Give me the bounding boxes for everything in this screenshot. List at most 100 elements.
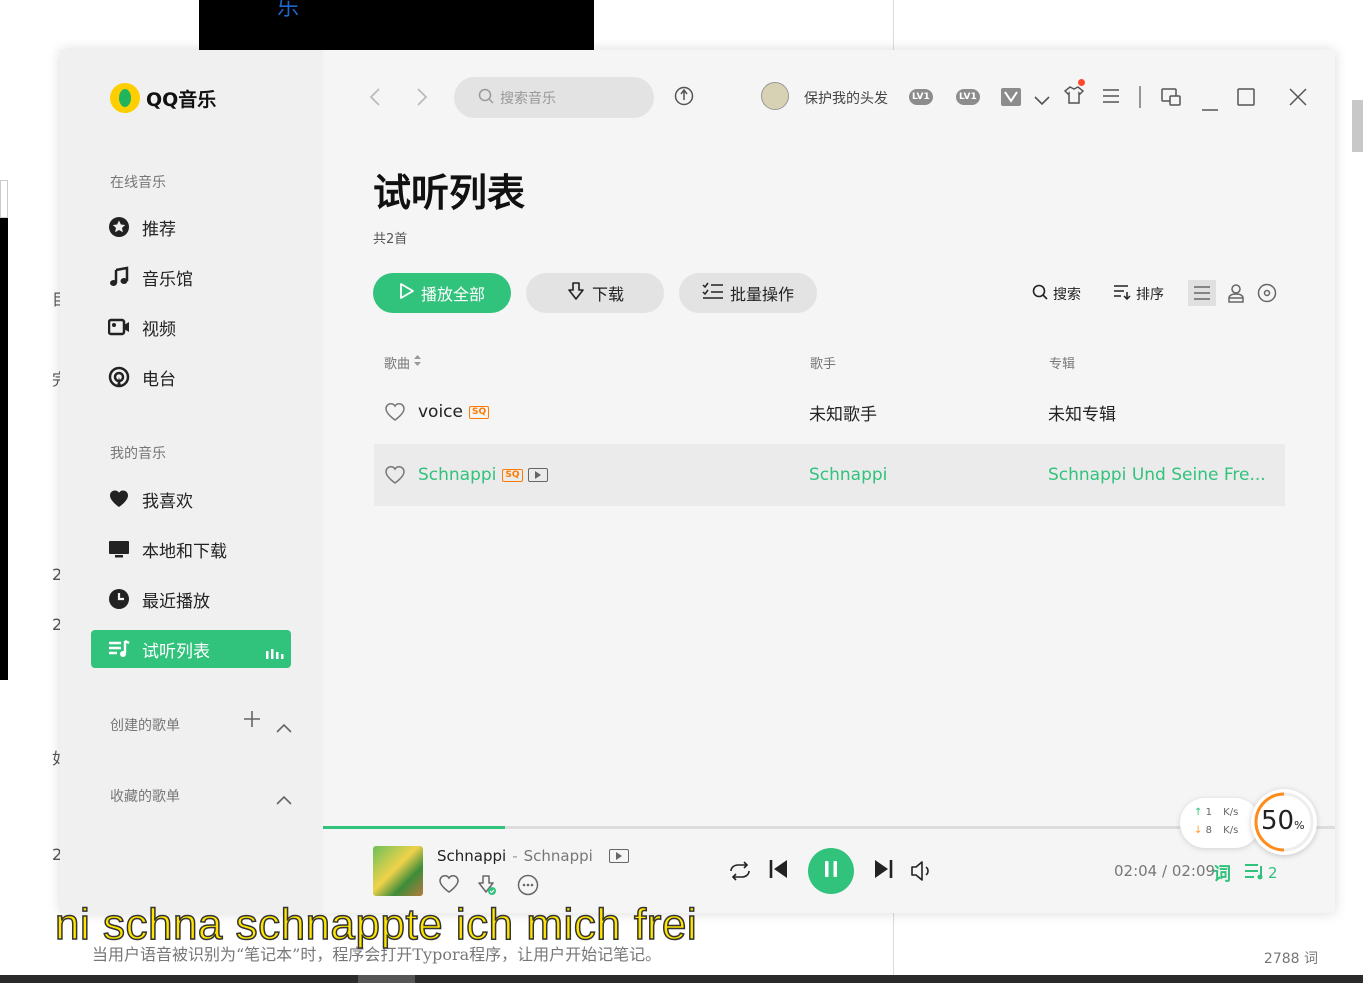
- column-header-artist: 歌手: [810, 357, 837, 372]
- mv-icon[interactable]: [608, 849, 629, 863]
- batch-operation-button[interactable]: 批量操作: [679, 273, 817, 313]
- play-all-button[interactable]: 播放全部: [373, 273, 511, 313]
- song-title-cell[interactable]: Schnappi SQ: [418, 444, 548, 506]
- word-count: 2788 词: [1263, 951, 1318, 967]
- app-logo[interactable]: QQ音乐: [110, 83, 216, 113]
- sidebar-item-trial-list[interactable]: 试听列表: [91, 630, 291, 668]
- batch-operation-label: 批量操作: [729, 285, 794, 304]
- page-title: 试听列表: [373, 171, 526, 215]
- menu-icon[interactable]: [1102, 88, 1120, 108]
- network-speed-widget[interactable]: ↑ 1 K/s ↓ 8 K/s: [1180, 798, 1260, 848]
- sidebar-item-label: 电台: [142, 369, 176, 390]
- vip-icon[interactable]: [1001, 88, 1021, 110]
- song-album[interactable]: 未知专辑: [1048, 381, 1116, 443]
- song-title-cell[interactable]: voice SQ: [418, 381, 490, 443]
- like-heart-icon[interactable]: [384, 381, 406, 443]
- lyrics-button[interactable]: 词: [1213, 860, 1231, 886]
- table-row[interactable]: voice SQ 未知歌手 未知专辑: [374, 381, 1285, 443]
- lyrics-subtitle-overlay: ni schna schnappte ich mich frei: [54, 899, 698, 950]
- like-heart-icon[interactable]: [438, 874, 460, 898]
- now-playing-artist[interactable]: Schnappi: [524, 847, 593, 865]
- song-artist[interactable]: 未知歌手: [809, 381, 877, 443]
- queue-icon: [1244, 862, 1266, 884]
- download-button[interactable]: 下载: [526, 273, 664, 313]
- skin-shirt-icon[interactable]: [1063, 85, 1085, 109]
- search-input[interactable]: 搜索音乐: [454, 77, 654, 118]
- play-queue-button[interactable]: 2: [1244, 862, 1278, 884]
- mv-icon[interactable]: [527, 468, 548, 482]
- clock-icon: [108, 588, 130, 610]
- chevron-down-icon[interactable]: [1033, 92, 1051, 111]
- qq-music-logo-icon: [110, 83, 140, 113]
- add-playlist-icon[interactable]: [243, 709, 261, 733]
- song-album[interactable]: Schnappi Und Seine Fre...: [1048, 444, 1266, 506]
- sidebar-item-label: 推荐: [142, 219, 176, 240]
- artist-view-icon[interactable]: [1222, 280, 1250, 306]
- repeat-mode-icon[interactable]: [728, 861, 752, 885]
- previous-track-icon[interactable]: [769, 858, 789, 884]
- sidebar-item-label: 我喜欢: [142, 491, 193, 512]
- volume-icon[interactable]: [910, 860, 934, 886]
- pause-icon: [824, 860, 838, 882]
- download-speed-value: 8: [1205, 825, 1212, 836]
- avatar[interactable]: [761, 82, 789, 110]
- more-options-icon[interactable]: [517, 874, 539, 900]
- sidebar-item-label: 试听列表: [142, 641, 210, 662]
- taskbar-active-segment[interactable]: [358, 975, 415, 983]
- level-badge[interactable]: LV1: [956, 89, 980, 105]
- upload-arrow-icon: ↑: [1194, 807, 1203, 818]
- chevron-up-icon[interactable]: [276, 714, 292, 738]
- sidebar-item-video[interactable]: 视频: [91, 308, 291, 346]
- gauge-percent-sign: %: [1294, 819, 1305, 832]
- sidebar-item-favorites[interactable]: 我喜欢: [91, 480, 291, 518]
- video-icon: [108, 316, 130, 338]
- sidebar-item-label: 视频: [142, 319, 176, 340]
- sidebar-item-music-hall[interactable]: 音乐馆: [91, 258, 291, 296]
- upload-speed-unit: K/s: [1223, 807, 1239, 818]
- playback-progress-fill: [323, 826, 506, 829]
- minimize-icon[interactable]: [1202, 96, 1218, 115]
- song-artist[interactable]: Schnappi: [809, 444, 887, 506]
- back-arrow-icon[interactable]: [368, 86, 382, 114]
- sidebar-item-recommend[interactable]: 推荐: [91, 208, 291, 246]
- list-search-button[interactable]: 搜索: [1032, 284, 1081, 304]
- search-icon: [1032, 284, 1048, 304]
- maximize-icon[interactable]: [1237, 88, 1255, 110]
- now-playing-title[interactable]: Schnappi: [437, 847, 506, 865]
- song-count: 共2首: [373, 232, 408, 247]
- forward-arrow-icon[interactable]: [415, 86, 429, 114]
- next-track-icon[interactable]: [873, 858, 893, 884]
- column-header-album: 专辑: [1049, 357, 1076, 372]
- memory-usage-gauge[interactable]: 50%: [1251, 789, 1317, 855]
- username[interactable]: 保护我的头发: [804, 88, 888, 108]
- playlist-icon: [108, 638, 130, 660]
- gauge-percent-value: 50: [1261, 806, 1295, 836]
- qq-music-window: QQ音乐 在线音乐 推荐 音乐馆 视频 电台 我的音乐 我喜欢 本地和下载 最近…: [60, 50, 1335, 913]
- album-cover[interactable]: [373, 846, 423, 896]
- mini-mode-icon[interactable]: [1161, 88, 1181, 110]
- table-row[interactable]: Schnappi SQ Schnappi Schnappi Und Seine …: [374, 444, 1285, 506]
- chevron-up-icon[interactable]: [276, 786, 292, 810]
- star-icon: [108, 216, 130, 238]
- vip-level-badge[interactable]: LV1: [909, 89, 933, 105]
- background-left-strip: [0, 180, 8, 680]
- list-search-label: 搜索: [1053, 287, 1081, 303]
- close-icon[interactable]: [1289, 88, 1307, 110]
- background-image-block: 乐: [199, 0, 594, 50]
- music-note-icon: [108, 266, 130, 288]
- sidebar-item-local-download[interactable]: 本地和下载: [91, 530, 291, 568]
- album-view-icon[interactable]: [1253, 280, 1281, 306]
- sidebar-item-recent[interactable]: 最近播放: [91, 580, 291, 618]
- column-header-song[interactable]: 歌曲: [384, 353, 422, 372]
- pause-button[interactable]: [808, 848, 854, 894]
- like-heart-icon[interactable]: [384, 444, 406, 506]
- list-view-icon[interactable]: [1188, 280, 1216, 306]
- download-icon[interactable]: [476, 874, 498, 900]
- sidebar-item-radio[interactable]: 电台: [91, 358, 291, 396]
- voice-recognition-icon[interactable]: [674, 85, 694, 111]
- sort-label: 排序: [1136, 287, 1164, 303]
- download-label: 下载: [591, 285, 624, 304]
- now-playing-info: Schnappi - Schnappi: [437, 847, 629, 865]
- sort-button[interactable]: 排序: [1113, 284, 1164, 304]
- background-scrollbar[interactable]: [1352, 100, 1363, 152]
